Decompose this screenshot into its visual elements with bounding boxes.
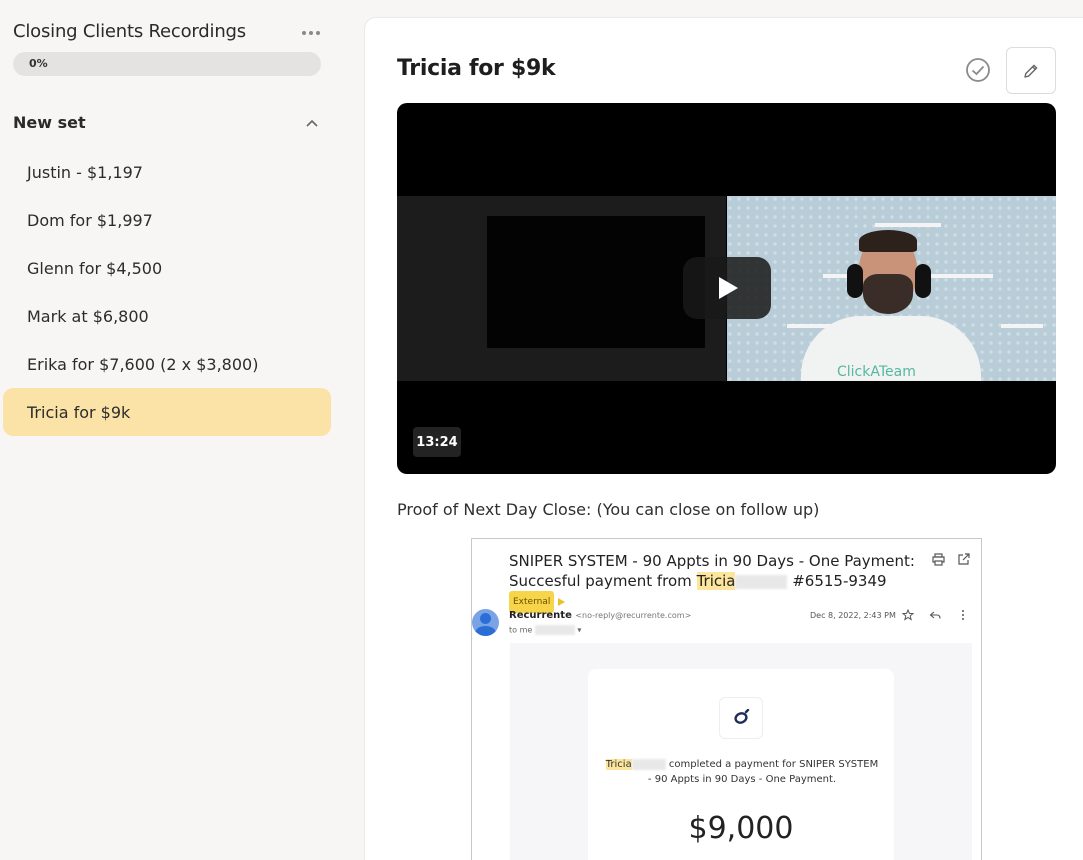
- video-duration-badge: 13:24: [413, 427, 461, 457]
- course-title: Closing Clients Recordings: [13, 21, 246, 42]
- email-subject: SNIPER SYSTEM - 90 Appts in 90 Days - On…: [509, 551, 929, 613]
- payment-text: completed a payment for: [665, 759, 800, 770]
- lesson-item-erika[interactable]: Erika for $7,600 (2 x $3,800): [3, 340, 331, 388]
- edit-button[interactable]: [1006, 47, 1056, 94]
- open-new-window-icon: [958, 553, 970, 565]
- sender-avatar: [472, 609, 499, 636]
- course-sidebar: Closing Clients Recordings 0% New set Ju…: [0, 0, 345, 860]
- pencil-icon: [1024, 64, 1038, 78]
- lesson-item-mark[interactable]: Mark at $6,800: [3, 292, 331, 340]
- sender-name-text: Recurrente: [509, 610, 572, 621]
- payment-amount: $9,000: [688, 811, 794, 846]
- person-beard: [863, 274, 913, 314]
- section-header-new-set[interactable]: New set: [13, 113, 333, 135]
- mark-complete-button[interactable]: [964, 56, 992, 84]
- lesson-item-glenn[interactable]: Glenn for $4,500: [3, 244, 331, 292]
- email-subject-suffix: #6515-9349: [787, 572, 887, 590]
- video-player[interactable]: ClickATeam 13:24: [397, 103, 1056, 474]
- product-rest: - 90 Appts in 90 Days - One Payment.: [647, 774, 837, 785]
- product-name: SNIPER SYSTEM: [799, 759, 879, 770]
- importance-marker-icon: [558, 598, 566, 606]
- recurrente-logo-icon: [719, 697, 763, 739]
- kebab-menu-icon: [962, 610, 964, 620]
- email-subject-line1: SNIPER SYSTEM - 90 Appts in 90 Days - On…: [509, 552, 915, 570]
- wall-shelf: [1001, 324, 1043, 328]
- lesson-list: Justin - $1,197 Dom for $1,997 Glenn for…: [3, 148, 331, 436]
- lesson-description: Proof of Next Day Close: (You can close …: [397, 500, 820, 519]
- redacted-name: [735, 574, 788, 589]
- recipient-line: to me ▾: [509, 625, 582, 635]
- play-icon: [719, 277, 738, 299]
- payment-receipt-card: Tricia completed a payment for SNIPER SY…: [588, 669, 894, 860]
- payer-name: Tricia: [605, 759, 632, 770]
- video-webcam: ClickATeam: [727, 196, 1056, 381]
- recipient-text: to me: [509, 625, 533, 635]
- lesson-item-dom[interactable]: Dom for $1,997: [3, 196, 331, 244]
- star-icon: [902, 609, 914, 621]
- lesson-content-panel: Tricia for $9k ClickATeam 13:24 Proof of…: [364, 17, 1083, 860]
- lesson-item-tricia[interactable]: Tricia for $9k: [3, 388, 331, 436]
- play-button[interactable]: [683, 257, 771, 319]
- headphone-right: [915, 264, 931, 298]
- payment-description: Tricia completed a payment for SNIPER SY…: [602, 757, 882, 787]
- check-circle-icon: [966, 58, 990, 82]
- email-subject-prefix: Succesful payment from: [509, 572, 697, 590]
- sender-name: Recurrente <no-reply@recurrente.com>: [509, 610, 691, 621]
- more-options-icon[interactable]: [300, 22, 322, 42]
- redacted-payer: [631, 758, 666, 770]
- redacted-recipient: [534, 625, 575, 635]
- payment-proof-image: SNIPER SYSTEM - 90 Appts in 90 Days - On…: [471, 538, 982, 860]
- headphone-left: [847, 264, 863, 298]
- email-body: Tricia completed a payment for SNIPER SY…: [510, 643, 972, 860]
- email-date: Dec 8, 2022, 2:43 PM: [810, 611, 896, 620]
- progress-label: 0%: [29, 57, 48, 70]
- shared-screen: [487, 216, 705, 348]
- wall-shelf: [875, 223, 941, 227]
- chevron-up-icon: [306, 119, 318, 127]
- course-progress-bar: 0%: [13, 52, 321, 76]
- print-icon: [932, 553, 945, 566]
- sender-email: <no-reply@recurrente.com>: [575, 611, 692, 620]
- person-hair: [859, 230, 917, 252]
- lesson-title: Tricia for $9k: [397, 56, 556, 81]
- reply-icon: [929, 611, 941, 619]
- email-subject-name: Tricia: [696, 572, 736, 590]
- lesson-item-justin[interactable]: Justin - $1,197: [3, 148, 331, 196]
- shirt-logo-text: ClickATeam: [837, 364, 916, 380]
- section-title: New set: [13, 113, 86, 132]
- video-screen-share: [397, 196, 726, 381]
